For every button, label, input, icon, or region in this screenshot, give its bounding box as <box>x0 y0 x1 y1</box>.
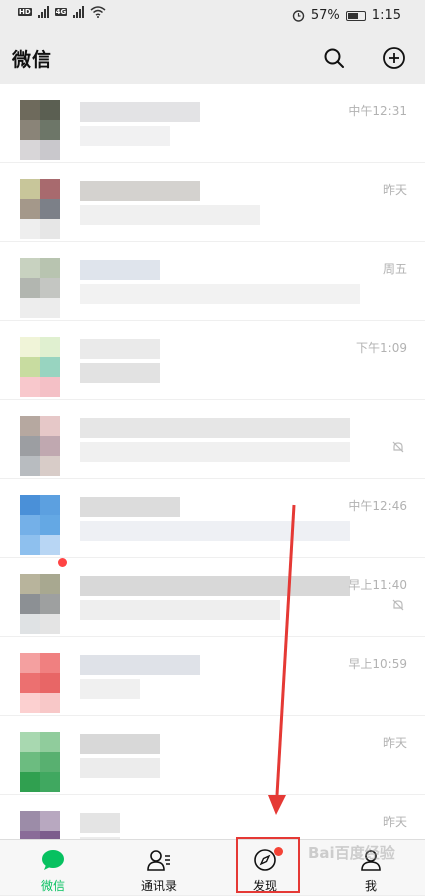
chat-row[interactable]: 中午12:31 <box>0 84 425 163</box>
hd-badge: HD <box>18 8 32 16</box>
chat-time: 早上11:40 <box>348 578 407 592</box>
alarm-clock-icon <box>292 10 305 22</box>
chat-row[interactable]: 昨天 <box>0 795 425 839</box>
mute-bell-icon <box>392 599 404 611</box>
chat-time: 周五 <box>382 262 407 276</box>
chat-preview-blurred <box>80 521 350 541</box>
chat-name-blurred <box>80 102 200 122</box>
clock-time: 1:15 <box>371 8 401 23</box>
battery-icon <box>345 10 366 21</box>
chat-preview-blurred <box>80 363 160 383</box>
mute-bell-icon <box>392 441 404 453</box>
chat-preview-blurred <box>80 758 160 778</box>
chat-preview-blurred <box>80 126 170 146</box>
tab-label: 微信 <box>40 879 65 893</box>
chat-name-blurred <box>80 655 200 675</box>
chat-name-blurred <box>80 813 120 833</box>
add-circle-icon[interactable] <box>382 46 406 70</box>
page-title: 微信 <box>12 49 53 71</box>
watermark: Bai百度经验 <box>308 844 395 862</box>
tab-chats[interactable]: 微信 <box>0 840 106 896</box>
chat-name-blurred <box>80 497 180 517</box>
chat-row[interactable]: 周五 <box>0 242 425 321</box>
chat-row[interactable]: 昨天 <box>0 163 425 242</box>
avatar <box>20 416 60 476</box>
tab-label: 通讯录 <box>140 879 177 893</box>
chat-preview-blurred <box>80 442 350 462</box>
chat-time: 早上10:59 <box>348 657 407 671</box>
avatar <box>20 100 60 160</box>
chat-time: 下午1:09 <box>356 341 407 355</box>
chat-preview-blurred <box>80 600 280 620</box>
chat-row[interactable]: 下午1:09 <box>0 321 425 400</box>
chat-name-blurred <box>80 181 200 201</box>
battery-percent: 57% <box>310 8 340 23</box>
chat-row[interactable]: 早上11:40 <box>0 558 425 637</box>
chat-name-blurred <box>80 734 160 754</box>
chat-row[interactable]: 早上10:59 <box>0 637 425 716</box>
network-indicators: HD 4G <box>18 6 106 18</box>
avatar <box>20 574 60 634</box>
network-type-badge: 4G <box>54 8 68 16</box>
search-icon[interactable] <box>322 46 346 70</box>
chat-bubble-icon <box>42 850 64 870</box>
status-bar: HD 4G 57% 1:15 <box>0 0 425 32</box>
status-right: 57% 1:15 <box>292 8 401 23</box>
contacts-icon <box>147 850 170 871</box>
chat-preview-blurred <box>80 679 140 699</box>
avatar <box>20 495 60 555</box>
chat-time: 昨天 <box>382 736 407 750</box>
avatar <box>20 811 60 839</box>
chat-row[interactable] <box>0 400 425 479</box>
title-bar: 微信 <box>0 32 425 84</box>
tab-label: 我 <box>364 879 377 893</box>
chat-name-blurred <box>80 260 160 280</box>
chat-list[interactable]: 中午12:31 昨天 周五 下午1:09 中午12:46 早上11:40 早上1… <box>0 84 425 839</box>
wifi-icon <box>90 6 106 18</box>
chat-name-blurred <box>80 339 160 359</box>
chat-row[interactable]: 中午12:46 <box>0 479 425 558</box>
chat-time: 中午12:31 <box>348 104 407 118</box>
chat-preview-blurred <box>80 284 360 304</box>
avatar <box>20 179 60 239</box>
chat-name-blurred <box>80 576 350 596</box>
chat-name-blurred <box>80 418 350 438</box>
signal-icon-2 <box>73 6 85 18</box>
signal-icon <box>37 6 49 18</box>
tab-contacts[interactable]: 通讯录 <box>106 840 212 896</box>
chat-time: 昨天 <box>382 815 407 829</box>
avatar <box>20 337 60 397</box>
unread-dot <box>58 558 67 567</box>
chat-row[interactable]: 昨天 <box>0 716 425 795</box>
annotation-highlight-box <box>236 837 300 893</box>
chat-time: 昨天 <box>382 183 407 197</box>
avatar <box>20 258 60 318</box>
avatar <box>20 732 60 792</box>
chat-time: 中午12:46 <box>348 499 407 513</box>
chat-preview-blurred <box>80 205 260 225</box>
avatar <box>20 653 60 713</box>
